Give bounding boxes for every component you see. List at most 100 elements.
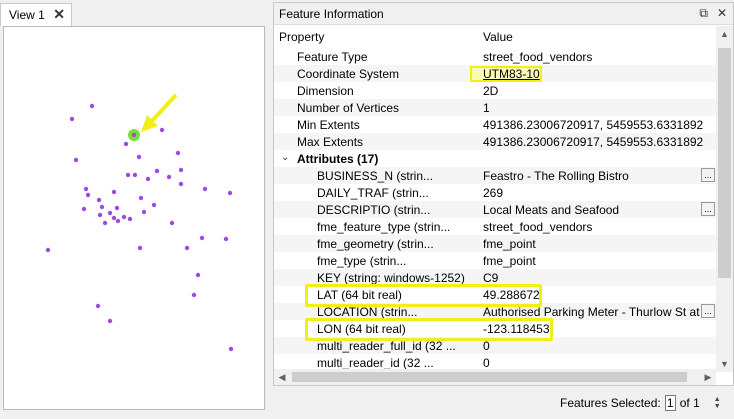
property-table: Property Value Feature Type street_food_… bbox=[274, 26, 716, 372]
map-point[interactable] bbox=[141, 209, 147, 215]
map-point[interactable] bbox=[178, 167, 184, 173]
property-column-header[interactable]: Property bbox=[279, 30, 484, 44]
map-point[interactable] bbox=[154, 168, 160, 174]
map-point[interactable] bbox=[227, 190, 233, 196]
property-cell: Dimension bbox=[297, 83, 354, 98]
close-panel-icon[interactable]: ✕ bbox=[717, 6, 727, 21]
value-cell: fme_point bbox=[483, 253, 536, 268]
value-cell: street_food_vendors bbox=[483, 49, 593, 64]
map-point[interactable] bbox=[138, 195, 144, 201]
map-point[interactable] bbox=[97, 212, 103, 218]
map-point[interactable] bbox=[191, 292, 197, 298]
map-point[interactable] bbox=[99, 204, 105, 210]
value-cell: C9 bbox=[483, 270, 499, 285]
map-point[interactable] bbox=[199, 235, 205, 241]
map-point[interactable] bbox=[107, 210, 113, 216]
map-point[interactable] bbox=[102, 220, 108, 226]
vertical-scroll-thumb[interactable] bbox=[718, 48, 731, 278]
lon-highlight-box bbox=[305, 318, 553, 341]
table-row[interactable]: BUSINESS_N (strin... Feastro - The Rolli… bbox=[274, 167, 716, 184]
map-point[interactable] bbox=[175, 150, 181, 156]
property-cell: BUSINESS_N (strin... bbox=[317, 168, 434, 183]
panel-title: Feature Information bbox=[279, 6, 384, 21]
table-row[interactable]: fme_geometry (strin... fme_point bbox=[274, 235, 716, 252]
map-point[interactable] bbox=[125, 172, 131, 178]
map-point[interactable] bbox=[123, 141, 129, 147]
map-point[interactable] bbox=[69, 116, 75, 122]
map-point[interactable] bbox=[195, 272, 201, 278]
map-points-layer[interactable] bbox=[4, 27, 266, 411]
page-number-input[interactable]: 1 bbox=[664, 395, 676, 411]
map-point[interactable] bbox=[115, 218, 121, 224]
property-cell: DAILY_TRAF (strin... bbox=[317, 185, 429, 200]
map-point[interactable] bbox=[96, 197, 102, 203]
edit-value-button[interactable]: ... bbox=[701, 202, 715, 216]
vertical-scrollbar[interactable]: ▲ ▼ bbox=[716, 26, 733, 372]
horizontal-scroll-thumb[interactable] bbox=[292, 372, 687, 382]
table-row[interactable]: Min Extents 491386.23006720917, 5459553.… bbox=[274, 116, 716, 133]
map-point[interactable] bbox=[159, 127, 165, 133]
spinner-down-icon[interactable]: ▼ bbox=[714, 403, 721, 410]
table-row[interactable]: fme_feature_type (strin... street_food_v… bbox=[274, 218, 716, 235]
map-canvas[interactable] bbox=[3, 26, 265, 410]
scroll-up-icon[interactable]: ▲ bbox=[716, 26, 733, 42]
table-row[interactable]: Max Extents 491386.23006720917, 5459553.… bbox=[274, 133, 716, 150]
map-point[interactable] bbox=[89, 103, 95, 109]
map-point[interactable] bbox=[223, 236, 229, 242]
map-point[interactable] bbox=[45, 247, 51, 253]
page-spinner[interactable]: ▲ ▼ bbox=[714, 396, 721, 410]
table-row[interactable]: Coordinate System UTM83-10 bbox=[274, 65, 716, 82]
map-point[interactable] bbox=[136, 154, 142, 160]
property-cell: Number of Vertices bbox=[297, 100, 400, 115]
value-column-header[interactable]: Value bbox=[483, 30, 703, 44]
map-point[interactable] bbox=[132, 172, 138, 178]
value-cell: Feastro - The Rolling Bistro bbox=[483, 168, 629, 183]
map-point[interactable] bbox=[151, 202, 157, 208]
map-point[interactable] bbox=[202, 186, 208, 192]
table-row[interactable]: DAILY_TRAF (strin... 269 bbox=[274, 184, 716, 201]
table-row[interactable]: Feature Type street_food_vendors bbox=[274, 48, 716, 65]
map-point[interactable] bbox=[127, 216, 133, 222]
map-point[interactable] bbox=[83, 186, 89, 192]
selection-footer: Features Selected: 1 of 1 ▲ ▼ bbox=[560, 394, 721, 412]
scroll-left-icon[interactable]: ◀ bbox=[274, 369, 290, 385]
horizontal-scrollbar[interactable]: ◀ ▶ bbox=[274, 369, 716, 385]
map-point[interactable] bbox=[178, 181, 184, 187]
attributes-group-row[interactable]: ⌄ Attributes (17) bbox=[274, 150, 716, 167]
edit-value-button[interactable]: ... bbox=[701, 304, 715, 318]
spinner-up-icon[interactable]: ▲ bbox=[714, 396, 721, 403]
table-row[interactable]: DESCRIPTIO (strin... Local Meats and Sea… bbox=[274, 201, 716, 218]
table-row[interactable]: Number of Vertices 1 bbox=[274, 99, 716, 116]
map-point[interactable] bbox=[137, 245, 143, 251]
map-point[interactable] bbox=[121, 214, 127, 220]
float-panel-icon[interactable]: ⧉ bbox=[699, 6, 708, 21]
view-tab[interactable]: View 1 ✕ bbox=[0, 3, 72, 26]
features-selected-label: Features Selected: bbox=[560, 396, 661, 410]
edit-value-button[interactable]: ... bbox=[701, 168, 715, 182]
map-point[interactable] bbox=[114, 205, 120, 211]
scroll-down-icon[interactable]: ▼ bbox=[716, 356, 733, 372]
map-point[interactable] bbox=[111, 189, 117, 195]
table-row[interactable]: Dimension 2D bbox=[274, 82, 716, 99]
close-icon[interactable]: ✕ bbox=[53, 6, 65, 23]
map-point[interactable] bbox=[145, 176, 151, 182]
value-cell: 491386.23006720917, 5459553.633189209 bbox=[483, 134, 703, 149]
map-point[interactable] bbox=[184, 245, 190, 251]
feature-information-panel: Feature Information ⧉ ✕ Property Value F… bbox=[273, 2, 734, 386]
table-row[interactable]: fme_type (strin... fme_point bbox=[274, 252, 716, 269]
map-point[interactable] bbox=[85, 192, 91, 198]
map-point[interactable] bbox=[166, 174, 172, 180]
table-header: Property Value bbox=[274, 26, 716, 48]
map-point[interactable] bbox=[81, 206, 87, 212]
property-cell: multi_reader_id (32 ... bbox=[317, 355, 434, 370]
annotation-arrow-shaft bbox=[148, 93, 178, 125]
map-point[interactable] bbox=[73, 157, 79, 163]
map-point[interactable] bbox=[95, 303, 101, 309]
map-point[interactable] bbox=[228, 346, 234, 352]
map-point[interactable] bbox=[107, 318, 113, 324]
scroll-right-icon[interactable]: ▶ bbox=[700, 369, 716, 385]
map-point[interactable] bbox=[169, 220, 175, 226]
coordinate-system-link[interactable]: UTM83-10 bbox=[483, 67, 703, 81]
value-cell: fme_point bbox=[483, 236, 536, 251]
map-point[interactable] bbox=[111, 215, 117, 221]
